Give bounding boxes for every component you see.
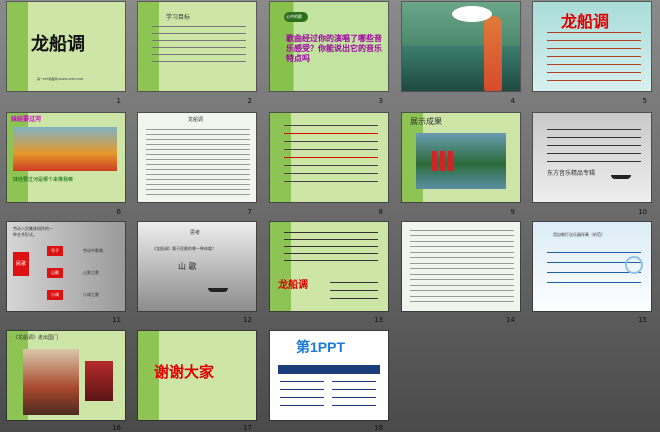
slide-thumbnail-13[interactable]: 龙船调: [270, 222, 388, 311]
site-logo: 第1PPT: [296, 339, 346, 355]
girl-costume-image: [484, 16, 502, 91]
chart-label-2: 山野之歌: [83, 270, 99, 275]
river-photo-image: [402, 46, 520, 91]
slide-thumbnail-12[interactable]: 思考 《龙船调》属于民歌的哪一种体裁？ 山 歌: [138, 222, 256, 311]
slide-number: 7: [247, 208, 252, 216]
slide-heading: 《龙船调》走出国门: [13, 335, 59, 341]
slide-title: 龙船调: [31, 34, 85, 55]
slide-thumbnail-7[interactable]: 龙船调: [138, 113, 256, 202]
slide-thumbnail-8[interactable]: [270, 113, 388, 202]
slide-number: 4: [510, 97, 515, 105]
slide-caption: 东方音乐精品专辑: [547, 170, 596, 177]
slide-heading: 用自制打击乐器伴奏（听范): [553, 232, 603, 237]
slide-thumbnail-5[interactable]: 龙船调: [533, 2, 651, 91]
slide-banner: 妹娃要过河: [11, 116, 42, 123]
slide-intro: 劳动人民集体创作的一种艺术形式。: [13, 226, 53, 237]
slide-number: 8: [378, 208, 383, 216]
slide-number: 3: [378, 97, 383, 105]
slide-title: 龙船调: [278, 280, 308, 291]
slide-number: 18: [374, 424, 383, 432]
slide-number: 11: [112, 316, 121, 324]
slide-number: 13: [374, 316, 383, 324]
slide-thumbnail-18[interactable]: 第1PPT: [270, 331, 388, 420]
slide-thumbnail-15[interactable]: 用自制打击乐器伴奏（听范): [533, 222, 651, 311]
slide-number: 2: [247, 97, 252, 105]
slide-heading: 学习目标: [166, 14, 191, 21]
slide-text: 谢谢大家: [154, 363, 215, 381]
chart-label-3: 小调之歌: [83, 292, 99, 297]
slide-number: 1: [116, 97, 121, 105]
slide-number: 16: [112, 424, 121, 432]
dragon-boat-photo-image: [13, 127, 117, 171]
slide-number: 10: [638, 208, 647, 216]
chart-box-xiaodiao: 小调: [47, 290, 63, 300]
slide-text: 歌曲经过你的演唱了哪些音乐感受？你能说出它的音乐特点吗: [286, 34, 382, 63]
chart-box-shange: 山歌: [47, 268, 63, 278]
red-costume-figures: [432, 151, 456, 171]
slide-thumbnail-6[interactable]: 妹娃要过河 妹娃要过河是哪个来推我嘛: [7, 113, 125, 202]
info-bar: [278, 365, 380, 374]
slide-thumbnail-9[interactable]: 展示成果: [402, 113, 520, 202]
chart-box-minge: 民歌: [13, 252, 29, 276]
boat-icon: [611, 175, 631, 179]
slide-badge: 心中的歌: [286, 14, 302, 19]
slide-thumbnail-2[interactable]: 学习目标: [138, 2, 256, 91]
slide-footer: 第一PPT模板网-WWW.1PPT.COM: [37, 77, 84, 81]
slide-answer: 山 歌: [178, 262, 197, 271]
chart-label-1: 劳动中歌唱: [83, 248, 103, 253]
slide-head: 思考: [190, 230, 201, 236]
miao-costume-photo-image: [23, 349, 79, 415]
slide-number: 12: [243, 316, 252, 324]
slide-caption: 妹娃要过河是哪个来推我嘛: [13, 177, 74, 183]
slide-number: 15: [638, 316, 647, 324]
slide-number: 9: [510, 208, 515, 216]
slide-thumbnail-16[interactable]: 《龙船调》走出国门: [7, 331, 125, 420]
chart-box-haozi: 号子: [47, 246, 63, 256]
slide-thumbnail-14[interactable]: [402, 222, 520, 311]
slide-thumbnail-11[interactable]: 劳动人民集体创作的一种艺术形式。 民歌 号子 山歌 小调 劳动中歌唱 山野之歌 …: [7, 222, 125, 311]
slide-heading: 展示成果: [410, 117, 442, 126]
slide-question: 《龙船调》属于民歌的哪一种体裁？: [152, 246, 216, 251]
slide-thumbnail-3[interactable]: 心中的歌 歌曲经过你的演唱了哪些音乐感受？你能说出它的音乐特点吗: [270, 2, 388, 91]
slide-heading: 龙船调: [188, 117, 204, 123]
slide-thumbnail-4[interactable]: [402, 2, 520, 91]
speech-bubble-icon: [452, 6, 492, 22]
boat-icon: [208, 288, 228, 292]
slide-number: 6: [116, 208, 121, 216]
slide-thumbnail-17[interactable]: 谢谢大家: [138, 331, 256, 420]
slide-thumbnail-1[interactable]: 龙船调 第一PPT模板网-WWW.1PPT.COM: [7, 2, 125, 91]
slide-number: 17: [243, 424, 252, 432]
slide-number: 5: [642, 97, 647, 105]
slide-number: 14: [506, 316, 515, 324]
performers-photo-image: [416, 133, 506, 189]
slide-title: 龙船调: [561, 12, 610, 31]
slide-thumbnail-10[interactable]: 东方音乐精品专辑: [533, 113, 651, 202]
decorative-swirl-icon: [625, 256, 643, 274]
album-cover-image: [85, 361, 113, 401]
